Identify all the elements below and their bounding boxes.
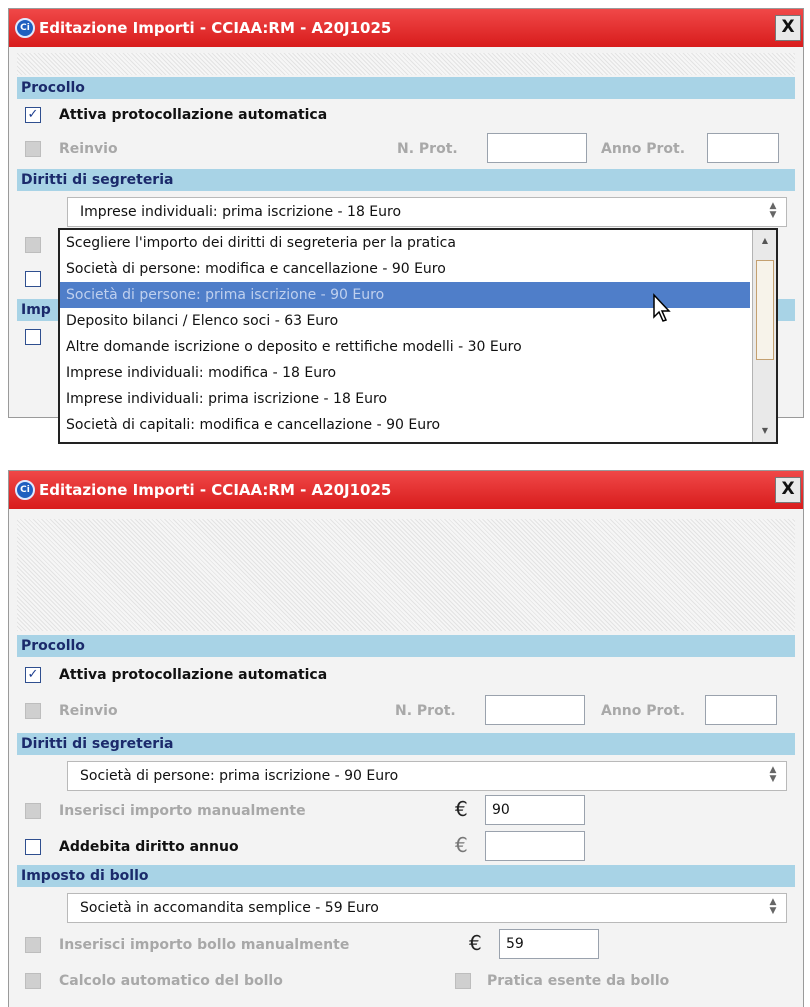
- edit-amounts-dialog-bottom: Ci Editazione Importi - CCIAA:RM - A20J1…: [8, 470, 804, 1007]
- bollo-select[interactable]: Società in accomandita semplice - 59 Eur…: [67, 893, 787, 923]
- auto-protocol-checkbox[interactable]: ✓: [25, 107, 41, 123]
- window-title: Editazione Importi - CCIAA:RM - A20J1025: [39, 19, 392, 37]
- section-diritti: Diritti di segreteria: [17, 169, 795, 191]
- app-logo-icon: Ci: [15, 18, 35, 38]
- app-logo-icon: Ci: [15, 480, 35, 500]
- reinvio-checkbox[interactable]: [25, 141, 41, 157]
- diritti-amount-input[interactable]: 90: [485, 795, 585, 825]
- dropdown-option[interactable]: Società di persone: modifica e cancellaz…: [60, 256, 750, 282]
- dropdown-option[interactable]: Imprese individuali: prima iscrizione - …: [60, 386, 750, 412]
- exempt-bollo-label: Pratica esente da bollo: [487, 973, 670, 989]
- diritti-select-value: Imprese individuali: prima iscrizione - …: [80, 204, 402, 220]
- select-spinner-icon: ▲ ▼: [769, 897, 777, 916]
- bollo-checkbox[interactable]: [25, 329, 41, 345]
- manual-bollo-label: Inserisci importo bollo manualmente: [59, 937, 350, 953]
- anno-prot-label: Anno Prot.: [601, 141, 686, 157]
- reinvio-checkbox[interactable]: [25, 703, 41, 719]
- select-spinner-icon: ▲ ▼: [769, 201, 777, 220]
- nprot-label: N. Prot.: [397, 141, 458, 157]
- annuo-amount-input[interactable]: [485, 831, 585, 861]
- scroll-thumb[interactable]: [756, 260, 774, 360]
- mouse-pointer-icon: [653, 293, 671, 322]
- dropdown-option-highlighted[interactable]: Società di persone: prima iscrizione - 9…: [60, 282, 750, 308]
- section-protocollo: Procollo: [17, 77, 795, 99]
- section-diritti: Diritti di segreteria: [17, 733, 795, 755]
- header-pattern: [17, 53, 795, 75]
- bollo-amount-input[interactable]: 59: [499, 929, 599, 959]
- dropdown-option[interactable]: Deposito bilanci / Elenco soci - 63 Euro: [60, 308, 750, 334]
- diritti-select-value: Società di persone: prima iscrizione - 9…: [80, 768, 399, 784]
- euro-icon: €: [469, 931, 482, 955]
- dropdown-option[interactable]: Altre domande iscrizione o deposito e re…: [60, 334, 750, 360]
- close-button[interactable]: X: [775, 15, 801, 41]
- diritti-select[interactable]: Imprese individuali: prima iscrizione - …: [67, 197, 787, 227]
- title-bar: Ci Editazione Importi - CCIAA:RM - A20J1…: [9, 9, 803, 47]
- anno-prot-label: Anno Prot.: [601, 703, 686, 719]
- scroll-up-icon[interactable]: ▲: [756, 234, 774, 248]
- manual-amount-checkbox[interactable]: [25, 237, 41, 253]
- anno-prot-input[interactable]: [705, 695, 777, 725]
- annuo-checkbox[interactable]: [25, 271, 41, 287]
- auto-protocol-label: Attiva protocollazione automatica: [59, 667, 328, 683]
- reinvio-label: Reinvio: [59, 141, 118, 157]
- section-bollo: Imposto di bollo: [17, 865, 795, 887]
- manual-bollo-checkbox[interactable]: [25, 937, 41, 953]
- dropdown-option[interactable]: Società di capitali: modifica e cancella…: [60, 412, 750, 438]
- bollo-select-value: Società in accomandita semplice - 59 Eur…: [80, 900, 379, 916]
- manual-amount-label: Inserisci importo manualmente: [59, 803, 306, 819]
- window-title: Editazione Importi - CCIAA:RM - A20J1025: [39, 481, 392, 499]
- anno-prot-input[interactable]: [707, 133, 779, 163]
- nprot-input[interactable]: [487, 133, 587, 163]
- annuo-label: Addebita diritto annuo: [59, 839, 239, 855]
- auto-bollo-checkbox[interactable]: [25, 973, 41, 989]
- auto-bollo-label: Calcolo automatico del bollo: [59, 973, 283, 989]
- euro-icon: €: [455, 797, 468, 821]
- header-pattern: [17, 519, 795, 631]
- nprot-input[interactable]: [485, 695, 585, 725]
- reinvio-label: Reinvio: [59, 703, 118, 719]
- exempt-bollo-checkbox[interactable]: [455, 973, 471, 989]
- auto-protocol-checkbox[interactable]: ✓: [25, 667, 41, 683]
- diritti-dropdown-list[interactable]: Scegliere l'importo dei diritti di segre…: [58, 228, 778, 444]
- dropdown-option[interactable]: Scegliere l'importo dei diritti di segre…: [60, 230, 750, 256]
- section-protocollo: Procollo: [17, 635, 795, 657]
- close-button[interactable]: X: [775, 477, 801, 503]
- title-bar: Ci Editazione Importi - CCIAA:RM - A20J1…: [9, 471, 803, 509]
- annuo-checkbox[interactable]: [25, 839, 41, 855]
- scroll-down-icon[interactable]: ▼: [756, 424, 774, 438]
- diritti-select[interactable]: Società di persone: prima iscrizione - 9…: [67, 761, 787, 791]
- nprot-label: N. Prot.: [395, 703, 456, 719]
- manual-amount-checkbox[interactable]: [25, 803, 41, 819]
- euro-icon: €: [455, 833, 468, 857]
- dropdown-option[interactable]: Imprese individuali: modifica - 18 Euro: [60, 360, 750, 386]
- select-spinner-icon: ▲ ▼: [769, 765, 777, 784]
- auto-protocol-label: Attiva protocollazione automatica: [59, 107, 328, 123]
- dropdown-scrollbar[interactable]: ▲ ▼: [752, 230, 776, 442]
